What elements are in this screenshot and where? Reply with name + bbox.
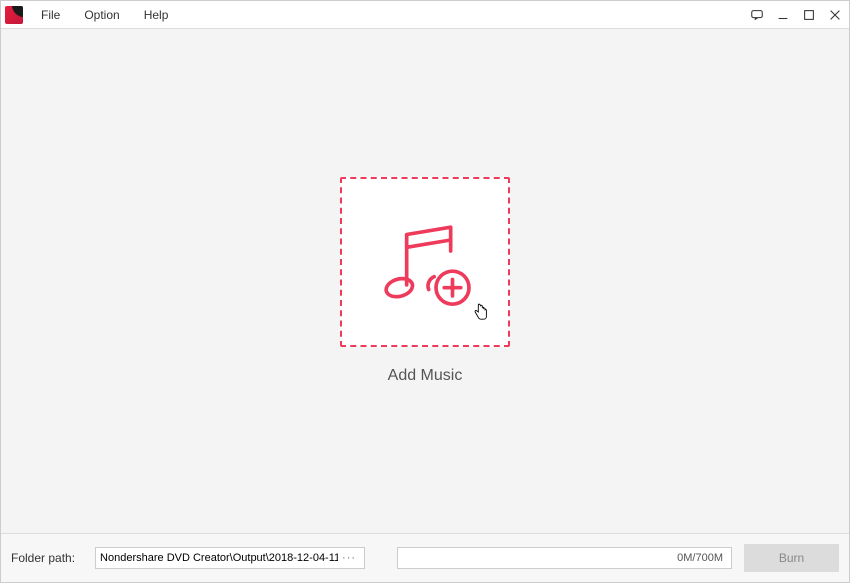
progress-text: 0M/700M	[677, 552, 723, 564]
maximize-icon[interactable]	[801, 7, 817, 23]
cursor-pointer-icon	[472, 303, 490, 321]
browse-button[interactable]: ···	[338, 552, 360, 564]
app-logo-icon	[5, 6, 23, 24]
add-music-label: Add Music	[388, 367, 463, 385]
menu-option[interactable]: Option	[74, 4, 129, 26]
music-add-icon	[370, 207, 480, 317]
burn-button[interactable]: Burn	[744, 544, 839, 572]
menu-bar: File Option Help	[31, 4, 178, 26]
window-controls	[749, 7, 843, 23]
feedback-icon[interactable]	[749, 7, 765, 23]
menu-help[interactable]: Help	[134, 4, 179, 26]
folder-path-field-wrap: ···	[95, 547, 365, 569]
titlebar: File Option Help	[1, 1, 849, 29]
folder-path-input[interactable]	[100, 552, 338, 564]
menu-file[interactable]: File	[31, 4, 70, 26]
footer: Folder path: ··· 0M/700M Burn	[1, 534, 849, 582]
close-icon[interactable]	[827, 7, 843, 23]
add-music-dropzone[interactable]	[340, 177, 510, 347]
folder-path-label: Folder path:	[11, 551, 75, 565]
minimize-icon[interactable]	[775, 7, 791, 23]
progress-bar: 0M/700M	[397, 547, 732, 569]
stage: Add Music	[1, 29, 849, 534]
